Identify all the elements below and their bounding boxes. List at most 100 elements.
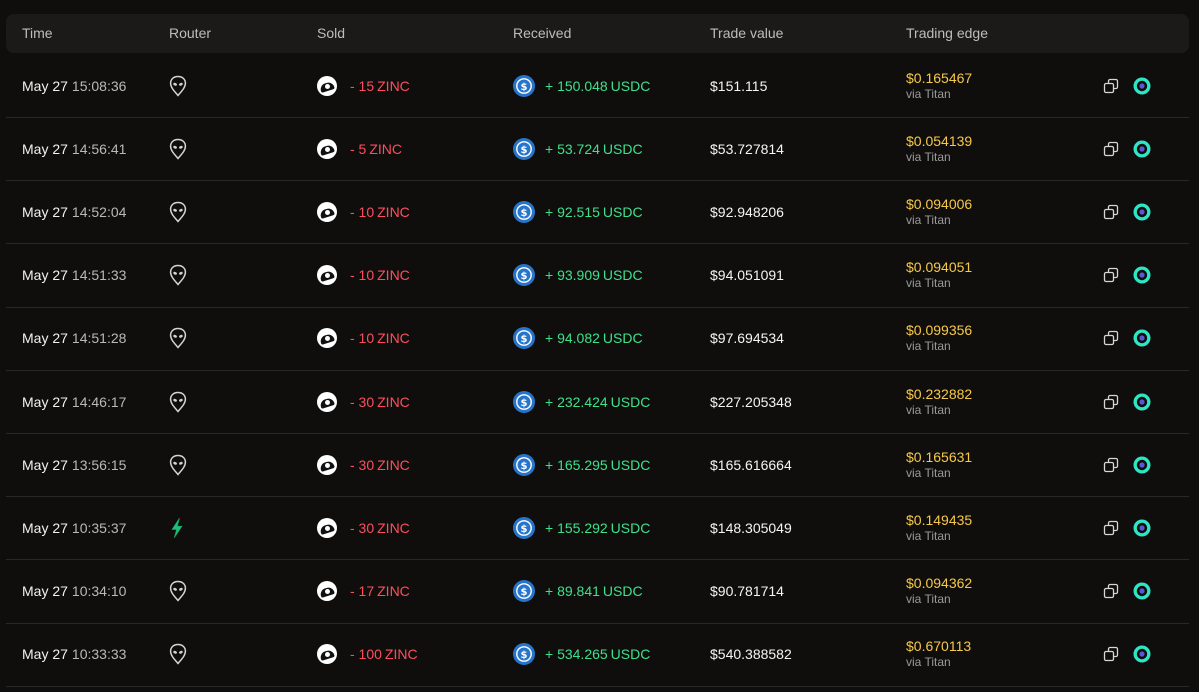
alien-head-icon[interactable] [169, 201, 187, 223]
alien-head-icon[interactable] [169, 75, 187, 97]
trading-edge-source: via Titan [906, 149, 951, 164]
sold-symbol: ZINC [377, 456, 410, 473]
sold-amount: - 10 [350, 330, 375, 347]
copy-icon[interactable] [1103, 78, 1119, 94]
trading-edge-cell: $0.165631 via Titan [906, 433, 972, 496]
received-symbol: USDC [610, 456, 651, 473]
copy-icon[interactable] [1103, 583, 1119, 599]
alien-head-icon[interactable] [169, 327, 187, 349]
alien-head-icon[interactable] [169, 264, 187, 286]
trading-edge-cell: $0.094006 via Titan [906, 180, 972, 243]
sold-amount: - 17 [350, 583, 375, 600]
explorer-link-icon[interactable] [1133, 203, 1151, 221]
zinc-token-icon [317, 138, 337, 159]
trading-edge-value: $0.099356 [906, 322, 973, 339]
time-cell: May 27 15:08:36 [22, 54, 126, 117]
router-cell [169, 54, 187, 117]
explorer-link-icon[interactable] [1133, 456, 1151, 474]
usdc-token-icon: $ [513, 643, 535, 666]
trade-time: 14:51:28 [71, 330, 127, 347]
received-symbol: USDC [602, 203, 643, 220]
received-cell: $ + 155.292 USDC [513, 496, 650, 559]
trading-edge-cell: $0.149435 via Titan [906, 496, 972, 559]
explorer-link-icon[interactable] [1133, 266, 1151, 284]
copy-icon[interactable] [1103, 646, 1119, 662]
sold-cell: - 100 ZINC [317, 623, 418, 686]
received-amount: + 165.295 [545, 456, 608, 473]
table-row[interactable]: May 27 14:52:04 - 10 ZINC $ + 92.515 USDC … [6, 180, 1189, 245]
explorer-link-icon[interactable] [1133, 329, 1151, 347]
table-row[interactable]: May 27 15:08:36 - 15 ZINC $ + 150.048 USDC… [6, 54, 1189, 118]
trade-time: 14:52:04 [71, 203, 127, 220]
table-row[interactable]: May 27 10:33:33 - 100 ZINC $ + 534.265 USD… [6, 623, 1189, 687]
sold-cell: - 10 ZINC [317, 180, 410, 243]
copy-icon[interactable] [1103, 267, 1119, 283]
table-row[interactable]: May 27 14:56:41 - 5 ZINC $ + 53.724 USDC $… [6, 117, 1189, 182]
alien-head-icon[interactable] [169, 391, 187, 413]
table-row[interactable]: May 27 14:51:28 - 10 ZINC $ + 94.082 USDC … [6, 307, 1189, 371]
explorer-link-icon[interactable] [1133, 393, 1151, 411]
column-header-trading-edge[interactable]: Trading edge [906, 25, 988, 41]
svg-text:$: $ [521, 461, 528, 472]
table-row[interactable]: May 27 10:35:37 - 30 ZINC $ + 155.292 USDC… [6, 496, 1189, 561]
trade-value: $97.694534 [710, 330, 784, 347]
table-row[interactable]: May 27 10:34:10 - 17 ZINC $ + 89.841 USDC … [6, 560, 1189, 624]
router-cell [169, 496, 185, 559]
time-cell: May 27 13:56:15 [22, 433, 126, 496]
alien-head-icon[interactable] [169, 138, 187, 160]
trade-value: $227.205348 [710, 393, 792, 410]
received-symbol: USDC [602, 140, 643, 157]
received-amount: + 155.292 [545, 519, 608, 536]
explorer-link-icon[interactable] [1133, 645, 1151, 663]
explorer-link-icon[interactable] [1133, 77, 1151, 95]
trade-time: 14:46:17 [71, 393, 127, 410]
trading-edge-source: via Titan [906, 655, 951, 670]
sold-amount: - 5 [350, 140, 367, 157]
received-symbol: USDC [610, 393, 651, 410]
zinc-token-icon [317, 454, 337, 475]
received-amount: + 534.265 [545, 646, 608, 663]
copy-icon[interactable] [1103, 204, 1119, 220]
explorer-link-icon[interactable] [1133, 519, 1151, 537]
trades-table: Time Router Sold Received Trade value Tr… [6, 14, 1189, 687]
alien-head-icon[interactable] [169, 643, 187, 665]
sold-amount: - 10 [350, 203, 375, 220]
explorer-link-icon[interactable] [1133, 140, 1151, 158]
alien-head-icon[interactable] [169, 454, 187, 476]
svg-text:$: $ [521, 650, 528, 661]
trade-date: May 27 [22, 77, 68, 94]
sold-cell: - 30 ZINC [317, 433, 410, 496]
trading-edge-value: $0.054139 [906, 132, 973, 149]
copy-icon[interactable] [1103, 394, 1119, 410]
table-row[interactable]: May 27 13:56:15 - 30 ZINC $ + 165.295 USDC… [6, 433, 1189, 498]
copy-icon[interactable] [1103, 330, 1119, 346]
column-header-sold[interactable]: Sold [317, 25, 345, 41]
sold-symbol: ZINC [369, 140, 403, 157]
table-row[interactable]: May 27 14:51:33 - 10 ZINC $ + 93.909 USDC … [6, 244, 1189, 308]
usdc-token-icon: $ [513, 516, 535, 539]
received-amount: + 150.048 [545, 77, 608, 94]
alien-head-icon[interactable] [169, 580, 187, 602]
copy-icon[interactable] [1103, 457, 1119, 473]
svg-text:$: $ [521, 145, 528, 156]
sold-amount: - 15 [350, 77, 375, 94]
time-cell: May 27 14:51:33 [22, 244, 126, 307]
zinc-token-icon [317, 265, 337, 286]
copy-icon[interactable] [1103, 141, 1119, 157]
svg-text:$: $ [521, 334, 528, 345]
router-cell [169, 244, 187, 307]
lightning-bolt-icon[interactable] [169, 517, 185, 539]
trade-date: May 27 [22, 519, 68, 536]
column-header-received[interactable]: Received [513, 25, 571, 41]
received-cell: $ + 150.048 USDC [513, 54, 650, 117]
column-header-trade-value[interactable]: Trade value [710, 25, 783, 41]
column-header-time[interactable]: Time [22, 25, 53, 41]
explorer-link-icon[interactable] [1133, 582, 1151, 600]
copy-icon[interactable] [1103, 520, 1119, 536]
trade-date: May 27 [22, 140, 68, 157]
received-amount: + 232.424 [545, 393, 608, 410]
column-header-router[interactable]: Router [169, 25, 211, 41]
time-cell: May 27 10:34:10 [22, 560, 126, 623]
zinc-token-icon [317, 517, 337, 538]
table-row[interactable]: May 27 14:46:17 - 30 ZINC $ + 232.424 USDC… [6, 370, 1189, 434]
